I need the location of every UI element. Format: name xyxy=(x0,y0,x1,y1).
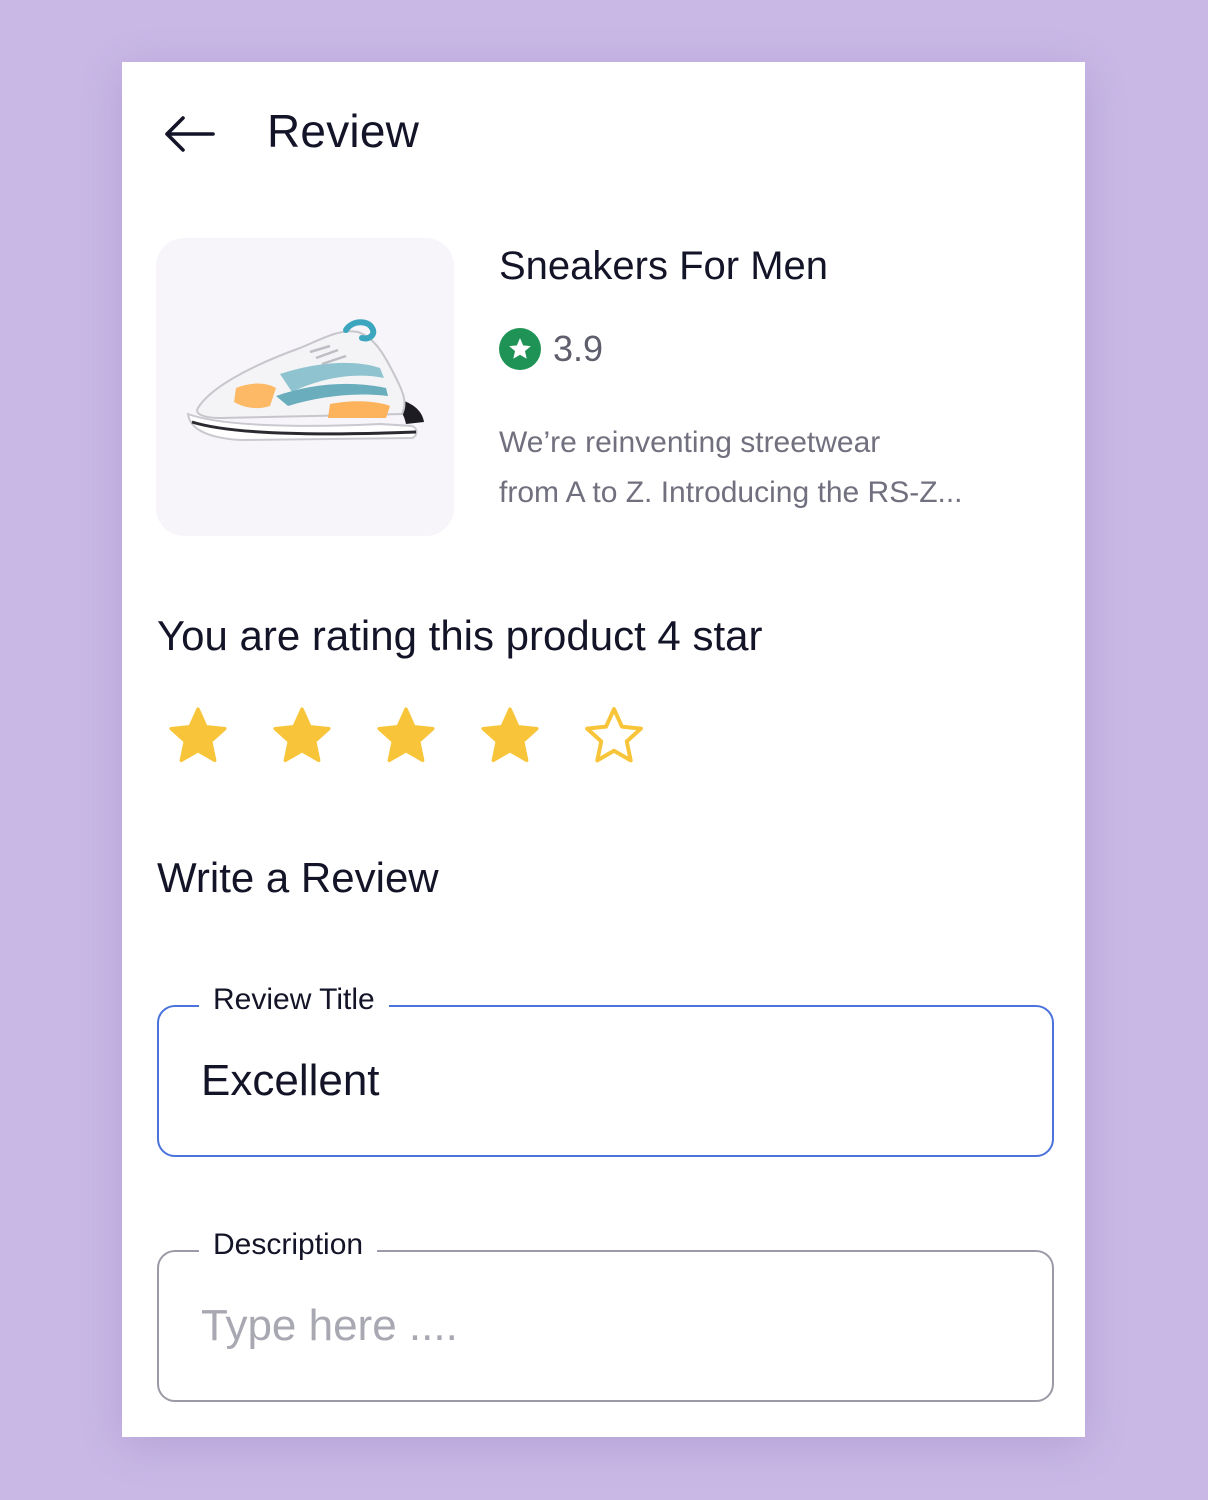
arrow-left-icon xyxy=(165,116,215,152)
product-description-line: We’re reinventing streetwear xyxy=(499,426,881,459)
description-field[interactable]: Description xyxy=(157,1228,1054,1402)
star-icon-4[interactable] xyxy=(476,702,544,770)
description-label: Description xyxy=(199,1228,378,1262)
product-description-line: from A to Z. Introducing the RS-Z... xyxy=(499,476,963,509)
product-name: Sneakers For Men xyxy=(499,244,829,288)
star-icon-2[interactable] xyxy=(268,702,336,770)
star-rating-input xyxy=(164,702,684,770)
star-icon-3[interactable] xyxy=(372,702,440,770)
review-title-field[interactable]: Review Title xyxy=(157,983,1054,1157)
page-title: Review xyxy=(267,105,420,157)
back-button[interactable] xyxy=(160,112,218,156)
product-description: We’re reinventing streetwear from A to Z… xyxy=(499,418,1059,518)
write-review-heading: Write a Review xyxy=(157,854,439,901)
rating-badge xyxy=(499,328,541,370)
rating-prompt: You are rating this product 4 star xyxy=(157,612,763,659)
sneaker-image xyxy=(186,319,424,442)
review-card: Review Sneakers For Men 3.9 We’re reinve… xyxy=(122,62,1085,1437)
product-image[interactable] xyxy=(156,238,454,536)
description-input[interactable] xyxy=(201,1296,1001,1356)
star-icon xyxy=(509,338,531,359)
product-rating: 3.9 xyxy=(499,328,603,370)
review-title-input[interactable] xyxy=(201,1051,1001,1111)
review-title-label: Review Title xyxy=(199,983,389,1017)
header: Review xyxy=(122,62,1085,202)
rating-value: 3.9 xyxy=(553,328,604,369)
star-outline-icon-5[interactable] xyxy=(580,702,648,770)
star-icon-1[interactable] xyxy=(164,702,232,770)
